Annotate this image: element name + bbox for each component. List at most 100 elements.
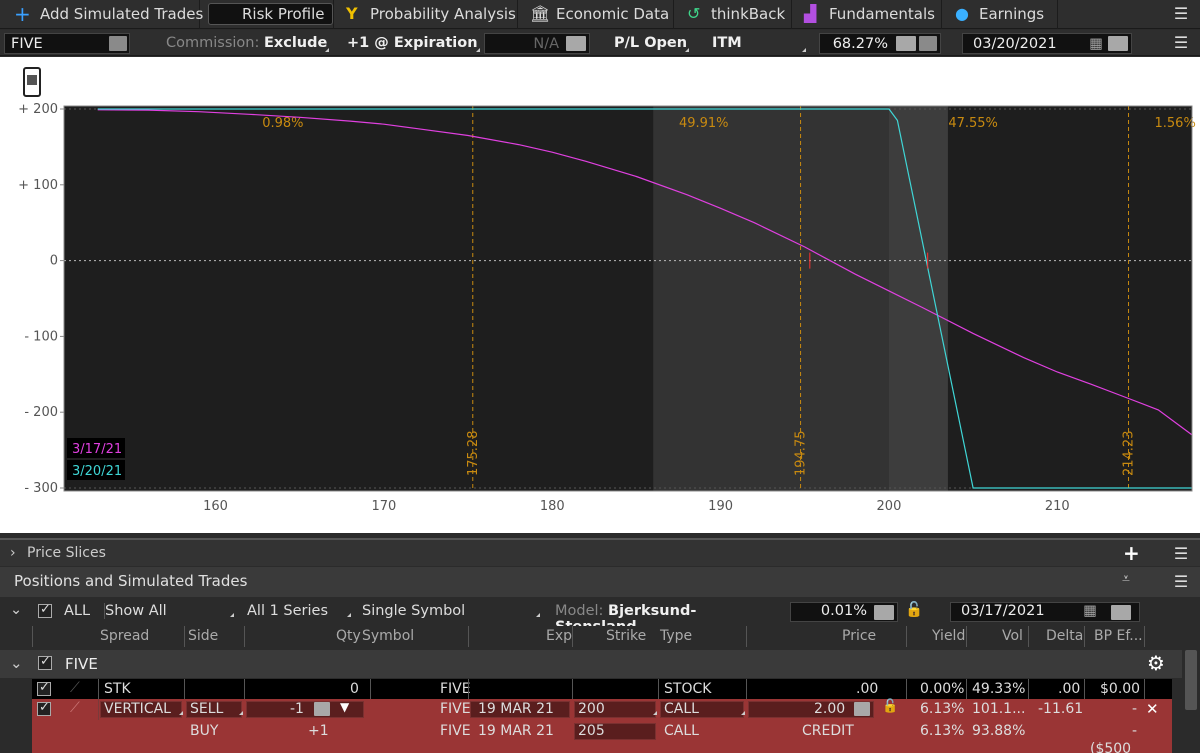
show-all-selector[interactable]: Show All bbox=[104, 603, 234, 619]
table-row[interactable]: ⟋ STK 0 FIVE STOCK .00 0.00% 49.33% .00 … bbox=[32, 679, 1172, 700]
col-type[interactable]: Type bbox=[660, 628, 692, 644]
col-exp[interactable]: Exp bbox=[546, 628, 572, 644]
row-checkbox[interactable] bbox=[37, 700, 51, 716]
chevron-down-icon[interactable] bbox=[919, 36, 937, 51]
y-tick-label: 0 bbox=[50, 254, 58, 269]
y-tick-label: + 200 bbox=[18, 102, 58, 117]
collapse-icon[interactable]: ⩡ bbox=[1122, 571, 1130, 587]
percent-input[interactable]: 68.27% bbox=[819, 33, 941, 54]
probability-label: 47.55% bbox=[948, 116, 998, 131]
positions-header: Positions and Simulated Trades ⩡ ☰ bbox=[0, 567, 1200, 597]
single-symbol-selector[interactable]: Single Symbol bbox=[362, 603, 540, 619]
col-side[interactable]: Side bbox=[188, 628, 218, 644]
tab-thinkback[interactable]: ↺ thinkBack bbox=[674, 0, 792, 29]
legend-label: 3/17/21 bbox=[72, 442, 122, 457]
x-tick-label: 180 bbox=[540, 499, 565, 514]
chart-toggle-icon[interactable]: ⟋ bbox=[70, 680, 80, 696]
y-tick-label: - 100 bbox=[24, 329, 58, 344]
tabs-menu-icon[interactable]: ☰ bbox=[1172, 4, 1190, 23]
price-level-label: 194.75 bbox=[794, 431, 809, 477]
y-tick-label: - 200 bbox=[24, 405, 58, 420]
tab-probability-analysis[interactable]: Y Probability Analysis bbox=[334, 0, 518, 29]
bank-icon: 🏛 bbox=[530, 4, 551, 23]
col-bp-effect[interactable]: BP Ef... bbox=[1094, 628, 1143, 644]
col-spread[interactable]: Spread bbox=[100, 628, 149, 644]
col-qty[interactable]: Qty bbox=[336, 628, 361, 644]
tab-fundamentals[interactable]: ▟ Fundamentals bbox=[792, 0, 942, 29]
table-row[interactable]: ($500 bbox=[32, 741, 1172, 753]
lock-icon[interactable]: 🔓 bbox=[882, 699, 898, 714]
price-slices-bar[interactable]: › Price Slices + ☰ bbox=[0, 538, 1200, 566]
probability-band-core bbox=[888, 106, 948, 491]
probability-label: 1.56% bbox=[1155, 116, 1196, 131]
calendar-icon[interactable]: ▦ bbox=[1089, 34, 1103, 54]
plot-area bbox=[64, 106, 1192, 491]
expiration-selector[interactable]: +1 @ Expiration bbox=[347, 33, 480, 54]
col-price[interactable]: Price bbox=[842, 628, 876, 644]
table-row[interactable]: ⟋ VERTICAL SELL -1 ▼ FIVE 19 MAR 21 200 … bbox=[32, 699, 1172, 721]
fork-icon: Y bbox=[346, 4, 358, 23]
stepper-icon[interactable] bbox=[896, 36, 916, 51]
close-icon[interactable]: ✕ bbox=[1146, 700, 1159, 718]
chart-toggle-icon[interactable]: ⟋ bbox=[70, 700, 80, 716]
tab-risk-profile[interactable]: Risk Profile bbox=[200, 0, 334, 29]
col-yield[interactable]: Yield bbox=[932, 628, 965, 644]
chart-svg: + 200 + 100 0 - 100 - 200 - 300 160 170 180 190 20… bbox=[18, 102, 1196, 514]
risk-profile-chart[interactable]: + 200 + 100 0 - 100 - 200 - 300 160 170 180 190 20… bbox=[0, 57, 1200, 533]
plus-icon: + bbox=[14, 2, 31, 26]
col-strike[interactable]: Strike bbox=[606, 628, 646, 644]
table-row[interactable]: BUY +1 FIVE 19 MAR 21 205 CALL CREDIT 6.… bbox=[32, 721, 1172, 742]
chevron-down-icon[interactable] bbox=[109, 36, 127, 51]
gear-icon[interactable]: ⚙ bbox=[1147, 651, 1165, 675]
pl-mode-selector[interactable]: P/L Open bbox=[614, 33, 690, 54]
chevron-right-icon[interactable]: › bbox=[10, 545, 16, 561]
legend-label: 3/20/21 bbox=[72, 464, 122, 479]
na-input[interactable]: N/A bbox=[484, 33, 590, 54]
stepper-icon[interactable] bbox=[314, 702, 330, 716]
y-tick-label: + 100 bbox=[18, 178, 58, 193]
x-tick-label: 170 bbox=[371, 499, 396, 514]
probability-label: 49.91% bbox=[679, 116, 729, 131]
vertical-scrollbar[interactable] bbox=[1182, 650, 1200, 753]
slices-menu-icon[interactable]: ☰ bbox=[1172, 544, 1190, 563]
col-delta[interactable]: Delta bbox=[1046, 628, 1083, 644]
tab-earnings[interactable]: ● Earnings bbox=[942, 0, 1058, 29]
group-checkbox[interactable] bbox=[38, 654, 52, 670]
calendar-icon[interactable]: ▦ bbox=[1083, 603, 1097, 619]
stepper-icon[interactable] bbox=[1111, 605, 1131, 620]
all-checkbox[interactable] bbox=[38, 602, 52, 618]
tab-bar: + Add Simulated Trades Risk Profile Y Pr… bbox=[0, 0, 1200, 29]
x-tick-label: 160 bbox=[203, 499, 228, 514]
stepper-icon[interactable] bbox=[854, 702, 870, 716]
history-icon: ↺ bbox=[687, 4, 701, 23]
lock-icon[interactable]: 🔓 bbox=[905, 601, 923, 618]
pct-input[interactable]: 0.01% bbox=[790, 602, 898, 622]
symbol-selector[interactable]: FIVE bbox=[4, 33, 130, 54]
positions-filter-bar: ⌄ ALL Show All All 1 Series Single Symbo… bbox=[0, 599, 1200, 635]
stepper-icon[interactable] bbox=[1108, 36, 1128, 51]
tab-add-simulated-trades[interactable]: + Add Simulated Trades bbox=[0, 0, 203, 29]
probability-label: 0.98% bbox=[262, 116, 303, 131]
date-input[interactable]: 03/17/2021 ▦ bbox=[950, 602, 1140, 622]
chevron-down-icon[interactable]: ⌄ bbox=[10, 602, 22, 618]
y-tick-label: - 300 bbox=[24, 481, 58, 496]
x-tick-label: 210 bbox=[1045, 499, 1070, 514]
col-vol[interactable]: Vol bbox=[1002, 628, 1023, 644]
date-input[interactable]: 03/20/2021 ▦ bbox=[962, 33, 1132, 54]
bulb-icon: ● bbox=[955, 4, 969, 23]
commission-selector[interactable]: Commission: Exclude bbox=[166, 33, 330, 54]
toolbar: FIVE Commission: Exclude +1 @ Expiration… bbox=[0, 30, 1200, 81]
stepper-icon[interactable] bbox=[874, 605, 894, 620]
itm-selector[interactable]: ITM bbox=[712, 33, 806, 54]
row-checkbox[interactable] bbox=[37, 680, 51, 696]
group-row-five[interactable]: ⌄ FIVE ⚙ bbox=[0, 650, 1182, 678]
series-selector[interactable]: All 1 Series bbox=[247, 603, 351, 619]
chevron-down-icon[interactable]: ▼ bbox=[340, 700, 349, 714]
tab-economic-data[interactable]: 🏛 Economic Data bbox=[518, 0, 674, 29]
toolbar-menu-icon[interactable]: ☰ bbox=[1172, 33, 1190, 52]
positions-menu-icon[interactable]: ☰ bbox=[1172, 572, 1190, 591]
chevron-down-icon[interactable]: ⌄ bbox=[10, 654, 23, 672]
add-slice-icon[interactable]: + bbox=[1123, 541, 1140, 565]
col-symbol[interactable]: Symbol bbox=[362, 628, 414, 644]
stepper-icon[interactable] bbox=[566, 36, 586, 51]
